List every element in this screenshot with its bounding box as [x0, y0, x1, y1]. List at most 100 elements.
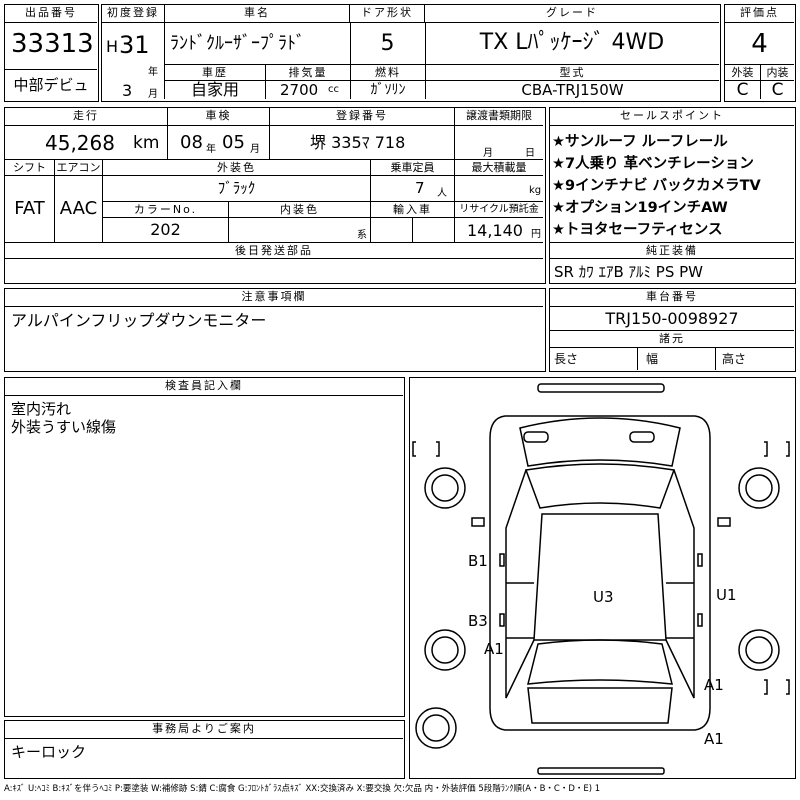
specs-header: 諸元: [550, 331, 794, 348]
mileage-header: 走行: [5, 108, 168, 126]
interior-color-header: 内装色: [229, 201, 371, 218]
headlight-left: [523, 431, 549, 443]
mileage-unit: km: [133, 133, 160, 153]
lot-box: 出品番号 33313 中部デビュ: [4, 4, 99, 102]
bracket: [764, 679, 768, 695]
recycle-header: リサイクル預託金: [455, 201, 543, 218]
inspection-year-unit: 年: [206, 144, 216, 155]
left-side: [505, 469, 535, 699]
sales-point-item: ★9インチナビ バックカメラTV: [552, 178, 761, 194]
chassis-header: 車台番号: [550, 289, 794, 307]
mileage-cell: 45,268 km: [5, 126, 168, 160]
rear-bumper: [537, 767, 665, 775]
displacement-unit: cc: [328, 84, 339, 95]
specs-height: 高さ: [722, 352, 747, 366]
inspection-month: 05: [222, 132, 245, 153]
plate-header: 登録番号: [270, 108, 455, 126]
grade-header: グレード: [425, 5, 719, 23]
chassis-value: TRJ150-0098927: [550, 307, 794, 331]
capacity-value: 7: [415, 179, 425, 197]
mileage-value: 45,268: [45, 131, 115, 155]
handle: [697, 613, 703, 627]
mirror: [471, 517, 485, 527]
headlight-right: [629, 431, 655, 443]
damage-mark: B1: [468, 552, 488, 570]
info-box-top: 初度登録 車名 ドア形状 グレード H 31 年 3 月 ﾗﾝﾄﾞｸﾙｰｻﾞｰﾌ…: [101, 4, 721, 102]
damage-mark: A1: [484, 640, 504, 658]
damage-mark: U3: [593, 588, 614, 606]
later-parts-header: 後日発送部品: [5, 242, 543, 259]
aircon-header: エアコン: [55, 159, 103, 176]
inspection-cell: 08 年 05 月: [168, 126, 270, 160]
score-int-label: 内装: [760, 64, 794, 81]
bracket: [764, 441, 768, 457]
first-reg-cell: H 31 年 3 月: [102, 23, 165, 99]
damage-mark: U1: [716, 586, 737, 604]
model-value: CBA-TRJ150W: [425, 81, 719, 99]
model-header: 型式: [425, 64, 719, 81]
wheel: [424, 629, 466, 671]
sales-points-box: セールスポイント ★サンルーフ ルーフレール ★7人乗り 革ベンチレーション ★…: [549, 107, 796, 284]
bracket: [786, 679, 790, 695]
specs-length: 長さ: [550, 348, 638, 370]
first-reg-header: 初度登録: [102, 5, 165, 23]
inspector-box: 検査員記入欄 室内汚れ 外装うすい線傷: [4, 377, 405, 717]
displacement-cell: 2700 cc: [265, 81, 350, 99]
wheel: [738, 467, 780, 509]
lot-badge: 中部デビュ: [5, 69, 97, 99]
history-header: 車歴: [165, 64, 265, 81]
handle: [499, 613, 505, 627]
handle: [499, 553, 505, 567]
capacity-cell: 7 人: [371, 176, 455, 201]
transfer-header: 譲渡書類期限: [455, 108, 543, 126]
notes-text: アルパインフリップダウンモニター: [11, 311, 267, 330]
roof: [533, 513, 667, 641]
equipment-header: 純正装備: [550, 242, 794, 259]
office-box: 事務局よりご案内 キーロック: [4, 720, 405, 779]
sales-point-item: ★7人乗り 革ベンチレーション: [552, 156, 754, 172]
recycle-unit: 円: [531, 229, 541, 240]
handle: [697, 553, 703, 567]
details-box: 走行 車検 登録番号 譲渡書類期限 45,268 km 08 年 05 月 堺 …: [4, 107, 546, 284]
capacity-header: 乗車定員: [371, 159, 455, 176]
transfer-cell: 月 日: [455, 126, 543, 160]
lot-header: 出品番号: [5, 5, 97, 23]
wheel: [424, 467, 466, 509]
color-no-header: カラーNo.: [103, 201, 229, 218]
notes-header: 注意事項欄: [5, 289, 543, 307]
wheel: [431, 474, 459, 502]
inspector-line: 外装うすい線傷: [11, 418, 117, 436]
import-header: 輸入車: [371, 201, 455, 218]
equipment-value: SR ｶﾜ ｴｱB ｱﾙﾐ PS PW: [554, 263, 704, 281]
rear-gate: [527, 687, 673, 724]
inspection-header: 車検: [168, 108, 270, 126]
specs-width: 幅: [638, 348, 716, 370]
import-value-2: [413, 218, 455, 242]
office-text: キーロック: [11, 743, 87, 761]
grade-value: TX Lﾊﾟｯｹｰｼﾞ 4WD: [479, 30, 665, 55]
sales-point-item: ★トヨタセーフティセンス: [552, 222, 723, 238]
import-value: [371, 218, 413, 242]
score-value: 4: [751, 29, 768, 59]
notes-box: 注意事項欄 アルパインフリップダウンモニター: [4, 288, 546, 372]
first-reg-month-unit: 月: [148, 89, 158, 99]
recycle-value: 14,140: [467, 221, 523, 240]
body-outline: [489, 415, 711, 731]
inspection-year: 08: [180, 132, 203, 153]
max-load-header: 最大積載量: [455, 159, 543, 176]
bracket: [412, 441, 416, 457]
damage-mark: B3: [468, 612, 488, 630]
wheel: [745, 636, 773, 664]
aircon-value: AAC: [55, 176, 103, 242]
max-load-unit: kg: [529, 185, 542, 196]
interior-color-cell: 系: [229, 218, 371, 242]
fuel-value: ｶﾞｿﾘﾝ: [350, 81, 425, 99]
shift-header: シフト: [5, 159, 55, 176]
bracket: [786, 441, 790, 457]
rear-window: [527, 639, 673, 685]
chassis-box: 車台番号 TRJ150-0098927 諸元 長さ 幅 高さ: [549, 288, 796, 372]
damage-mark: A1: [704, 730, 724, 748]
first-reg-year: 31: [119, 31, 150, 59]
inspection-month-unit: 月: [250, 144, 260, 155]
shift-value: FAT: [5, 176, 55, 242]
